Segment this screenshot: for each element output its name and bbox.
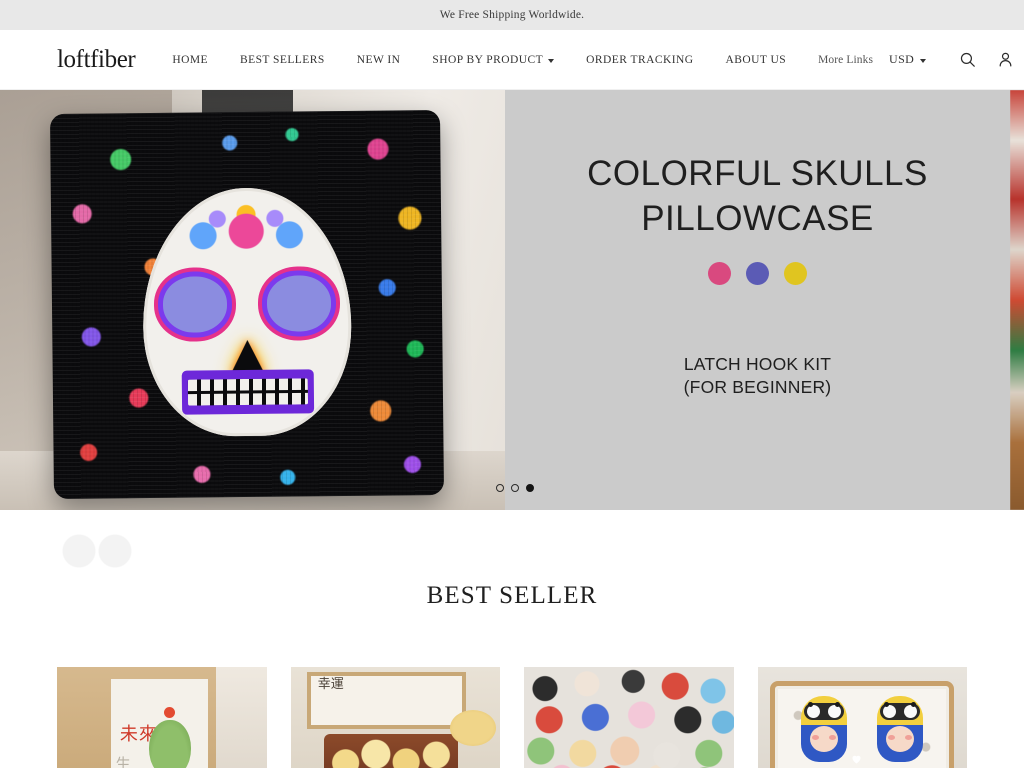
minion-blush-left-b	[888, 735, 896, 741]
product-2-side-doll	[449, 710, 496, 747]
carousel-dot-2[interactable]	[511, 484, 519, 492]
main-navigation: HOME BEST SELLERS NEW IN SHOP BY PRODUCT…	[156, 54, 889, 66]
hero-subtitle-line-1: LATCH HOOK KIT	[683, 353, 832, 374]
product-image-4	[757, 667, 967, 768]
swatch-pink[interactable]	[708, 261, 731, 285]
carousel-dots	[496, 484, 534, 492]
product-card-3[interactable]	[524, 667, 734, 768]
skull-eye-left	[162, 276, 228, 334]
logo[interactable]: loftfiber	[57, 47, 136, 72]
nav-label-best-sellers: BEST SELLERS	[239, 53, 325, 66]
chevron-down-icon	[920, 58, 927, 63]
hero-subtitle-line-2: (FOR BEGINNER)	[683, 376, 832, 397]
currency-label: USD	[889, 52, 915, 66]
minion-pupil-left-b	[884, 701, 890, 707]
announcement-text: We Free Shipping Worldwide.	[439, 9, 585, 21]
product-2-chick-dolls	[328, 736, 454, 768]
minion-face-right	[886, 726, 915, 753]
product-1-text-secondary: 生	[115, 757, 131, 768]
site-header: loftfiber HOME BEST SELLERS NEW IN SHOP …	[0, 30, 1024, 90]
minion-blush-left-a	[812, 735, 820, 741]
product-1-backdrop	[216, 667, 267, 768]
skull-eye-right	[266, 275, 332, 332]
minion-blush-right-a	[829, 735, 837, 741]
product-1-yarn-doll	[149, 719, 192, 768]
skull-mouth	[181, 369, 315, 415]
product-image-3	[524, 667, 734, 768]
nav-item-shop-by-product[interactable]: SHOP BY PRODUCT	[416, 54, 570, 66]
nav-item-best-sellers[interactable]: BEST SELLERS	[224, 54, 341, 66]
minion-blush-right-b	[905, 735, 913, 741]
product-1-doll-top	[163, 706, 175, 718]
product-card-4[interactable]	[757, 667, 967, 768]
hero-subtitle: LATCH HOOK KIT (FOR BEGINNER)	[684, 353, 832, 399]
nav-label-more-links: More Links	[818, 53, 874, 66]
nav-item-about-us[interactable]: ABOUT US	[709, 54, 802, 66]
search-button[interactable]	[948, 41, 986, 79]
best-seller-product-grid: 未來 生 幸運	[0, 667, 1024, 768]
product-image-1: 未來 生	[57, 667, 267, 768]
hero-color-swatches	[708, 261, 807, 285]
hero-title-line-1: COLORFUL SKULLS	[587, 154, 928, 193]
skull-pillowcase-image	[49, 109, 445, 500]
hero-text-panel: COLORFUL SKULLS PILLOWCASE LATCH HOOK KI…	[505, 90, 1010, 510]
hero-next-slide-image	[1010, 90, 1024, 510]
minion-face-left	[810, 726, 839, 753]
header-actions: USD	[889, 41, 1024, 79]
best-seller-section: BEST SELLER 未來 生 幸運	[0, 510, 1024, 768]
skull-flower-crown	[185, 200, 307, 254]
swatch-yellow[interactable]	[784, 261, 807, 285]
hero-title: COLORFUL SKULLS PILLOWCASE	[587, 152, 928, 242]
hero-product-photo	[0, 90, 505, 510]
carousel-dot-3[interactable]	[526, 484, 534, 492]
product-4-minion-doll-left	[801, 695, 848, 762]
search-icon	[960, 52, 975, 67]
account-button[interactable]	[986, 41, 1024, 79]
hero-title-line-2: PILLOWCASE	[641, 198, 874, 238]
chevron-down-icon	[548, 58, 555, 63]
product-4-minion-doll-right	[877, 695, 924, 762]
currency-selector[interactable]: USD	[889, 52, 948, 67]
nav-label-shop-by-product: SHOP BY PRODUCT	[432, 53, 544, 66]
account-icon	[999, 52, 1012, 67]
product-card-2[interactable]: 幸運	[290, 667, 500, 768]
announcement-bar: We Free Shipping Worldwide.	[0, 0, 1024, 30]
product-image-2: 幸運	[290, 667, 500, 768]
nav-item-order-tracking[interactable]: ORDER TRACKING	[570, 54, 709, 66]
heart-icon	[852, 756, 861, 764]
nav-label-order-tracking: ORDER TRACKING	[586, 53, 694, 66]
hero-carousel[interactable]: COLORFUL SKULLS PILLOWCASE LATCH HOOK KI…	[0, 90, 1024, 510]
nav-item-new-in[interactable]: NEW IN	[341, 54, 417, 66]
product-2-text: 幸運	[317, 675, 344, 691]
carousel-dot-1[interactable]	[496, 484, 504, 492]
nav-item-home[interactable]: HOME	[156, 54, 224, 66]
nav-label-about-us: ABOUT US	[725, 53, 787, 66]
swatch-blue-violet[interactable]	[746, 261, 769, 285]
nav-label-new-in: NEW IN	[356, 53, 401, 66]
nav-label-home: HOME	[172, 53, 208, 66]
product-card-1[interactable]: 未來 生	[57, 667, 267, 768]
best-seller-heading: BEST SELLER	[426, 582, 598, 609]
hero-next-slide-preview[interactable]	[1010, 90, 1024, 510]
minion-pupil-right-b	[911, 701, 917, 707]
hero-slide-active: COLORFUL SKULLS PILLOWCASE LATCH HOOK KI…	[0, 90, 1010, 510]
nav-item-more-links[interactable]: More Links	[802, 54, 889, 66]
